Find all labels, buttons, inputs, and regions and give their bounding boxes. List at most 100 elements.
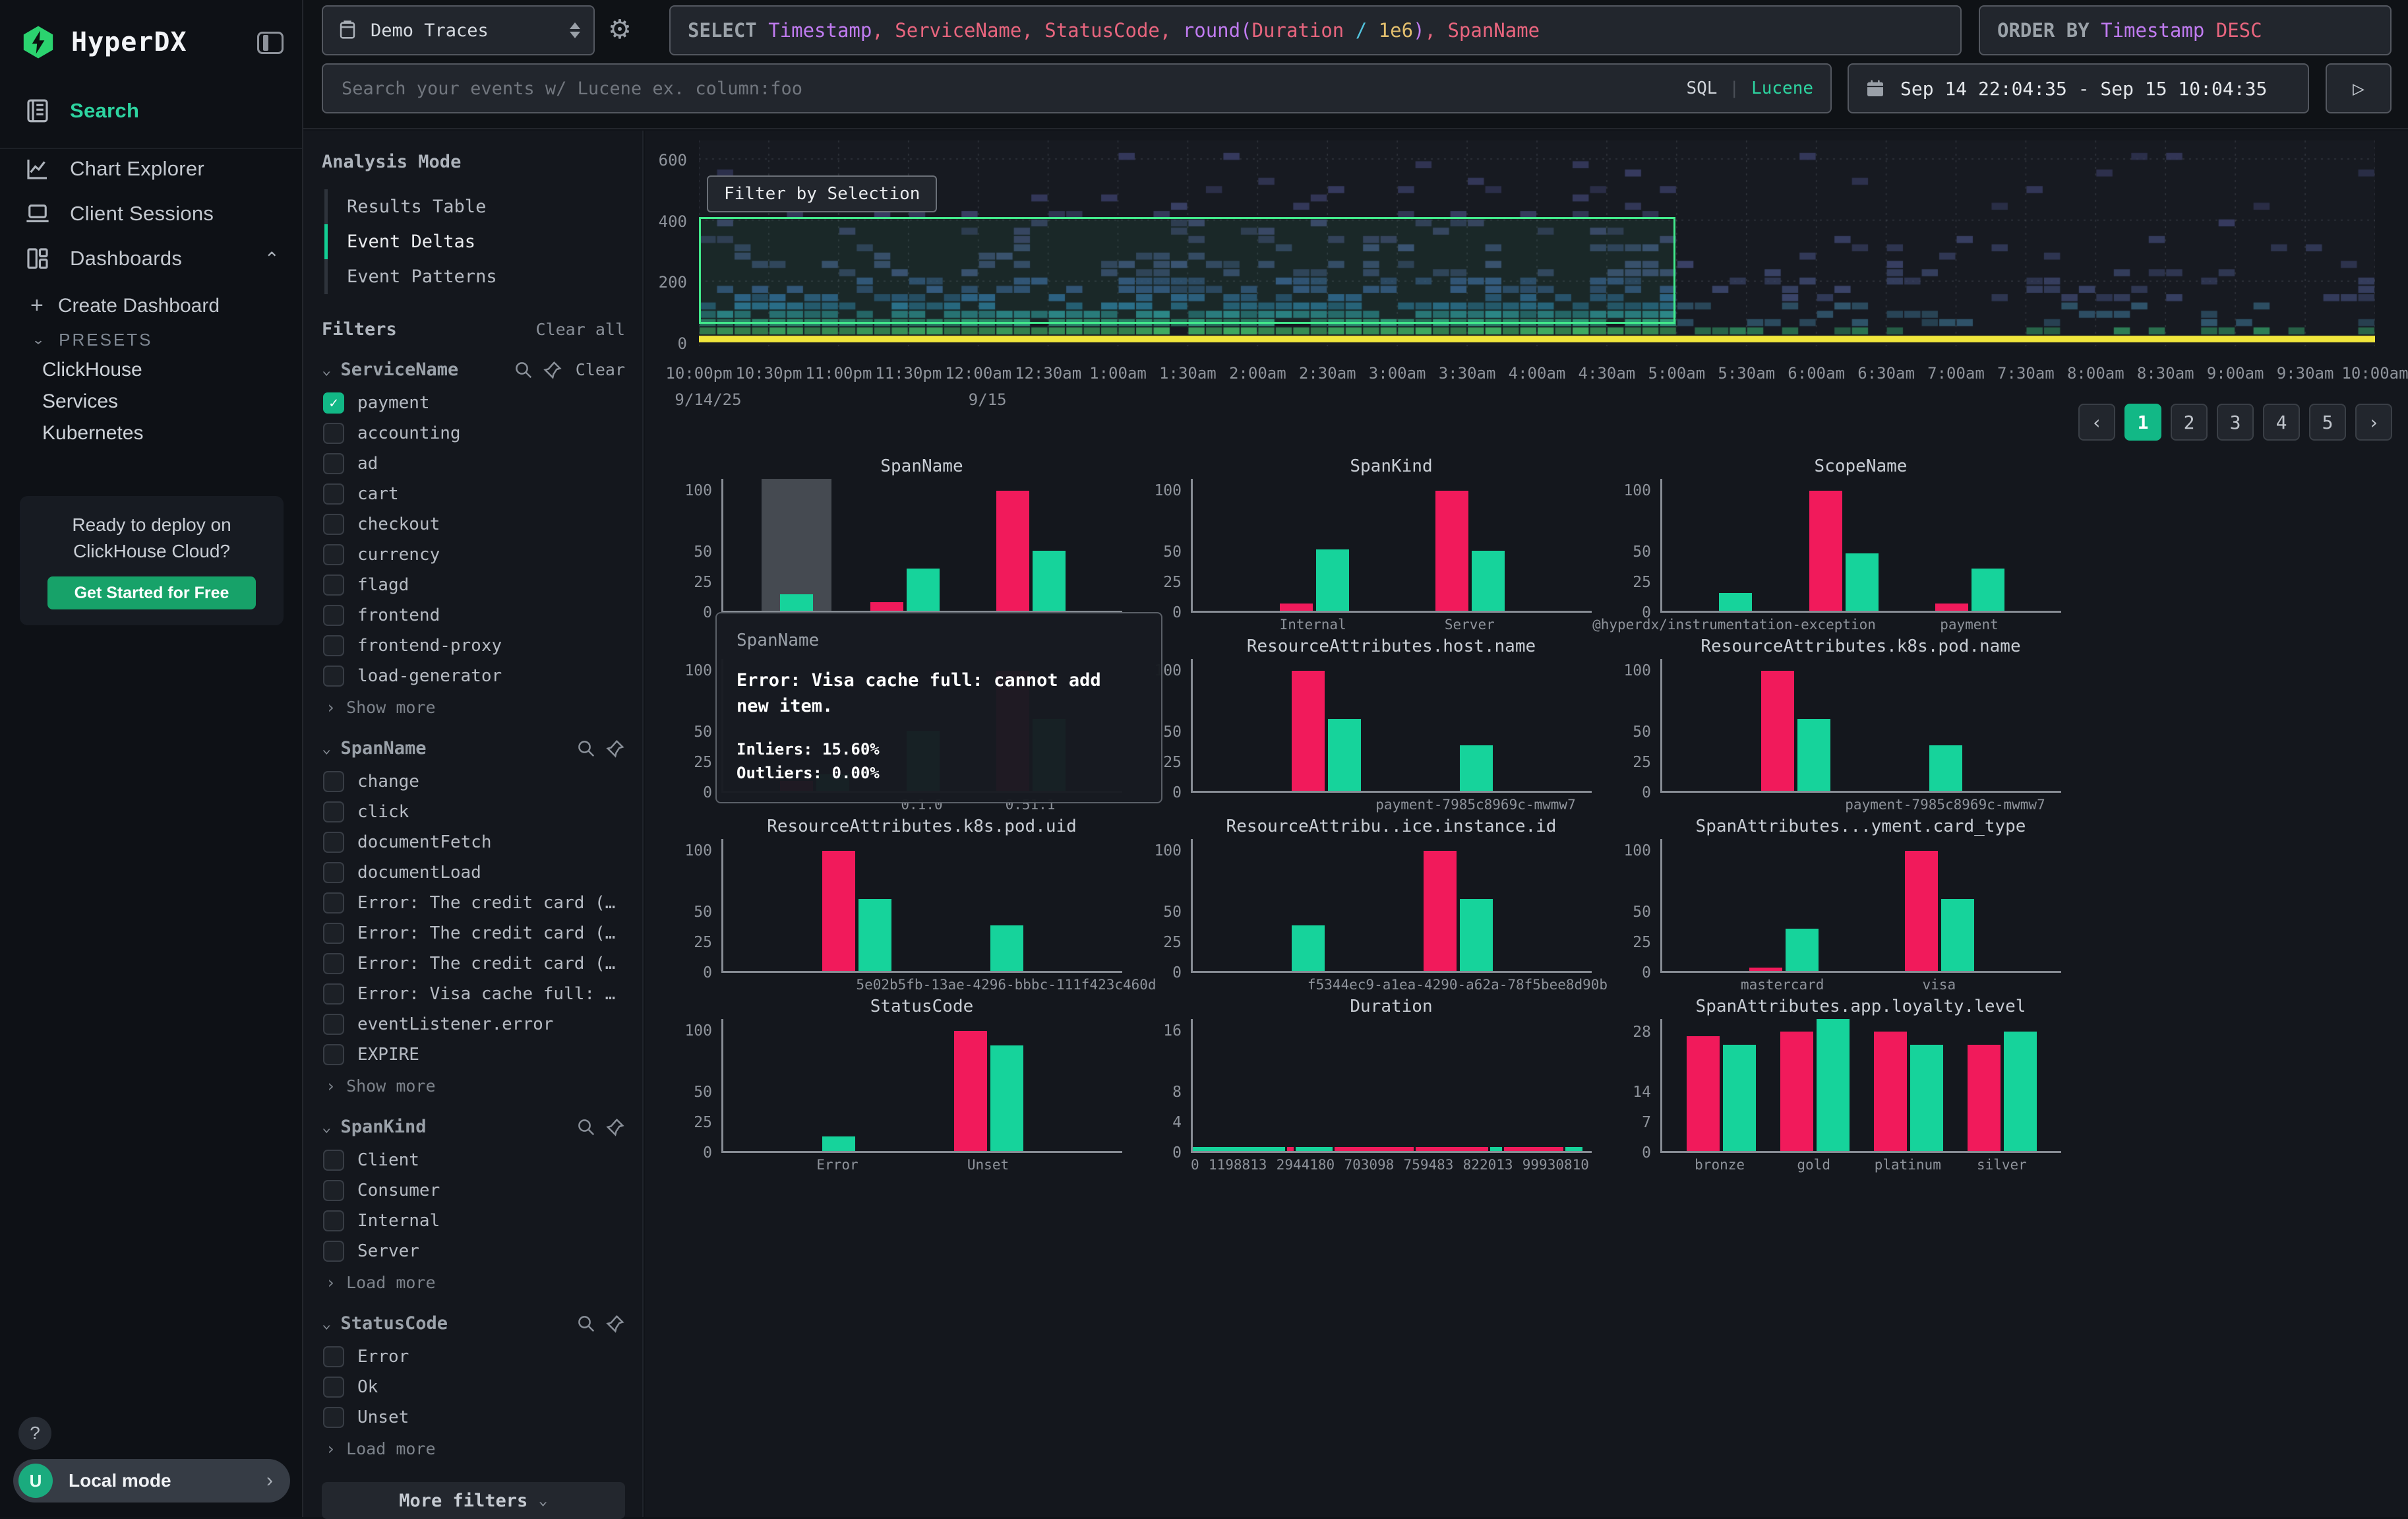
filter-item[interactable]: eventListener.error [322,1009,625,1039]
clear-group-button[interactable]: Clear [576,360,625,379]
sql-toggle[interactable]: SQL [1686,78,1717,98]
chart-plot[interactable] [1191,1019,1592,1153]
preset-clickhouse[interactable]: ClickHouse [42,359,142,381]
filter-item[interactable]: change [322,766,625,797]
filter-checkbox[interactable] [323,605,344,626]
filter-group-header[interactable]: ⌄SpanName [322,738,625,759]
analysis-mode-option[interactable]: Event Deltas [322,224,625,259]
search-icon[interactable] [576,1117,596,1137]
filter-item[interactable]: frontend [322,600,625,631]
filter-item[interactable]: documentLoad [322,857,625,888]
show-more-button[interactable]: ›Load more [322,1433,625,1460]
filter-item[interactable]: Ok [322,1372,625,1402]
filter-item[interactable]: Consumer [322,1175,625,1206]
filter-checkbox[interactable] [323,1180,344,1201]
filter-item[interactable]: Error: The credit card (… [322,948,625,979]
chart-plot[interactable] [1191,479,1592,613]
get-started-button[interactable]: Get Started for Free [47,576,256,609]
filter-item[interactable]: Error: The credit card (… [322,888,625,918]
filter-item[interactable]: frontend-proxy [322,631,625,661]
create-dashboard-button[interactable]: + Create Dashboard [30,293,220,319]
sidebar-collapse-icon[interactable] [257,32,284,54]
chart-plot[interactable] [1660,839,2061,973]
lucene-toggle[interactable]: Lucene [1751,78,1813,98]
filter-checkbox[interactable] [323,1241,344,1262]
chart-plot[interactable] [1191,659,1592,793]
date-range-picker[interactable]: Sep 14 22:04:35 - Sep 15 10:04:35 [1848,63,2309,113]
search-icon[interactable] [576,739,596,759]
more-filters-button[interactable]: More filters ⌄ [322,1482,625,1519]
filter-checkbox[interactable] [323,1346,344,1367]
sql-select-editor[interactable]: SELECT Timestamp, ServiceName, StatusCod… [669,5,1962,55]
run-query-button[interactable]: ▷ [2326,63,2392,113]
filter-checkbox[interactable] [323,483,344,505]
chart-plot[interactable] [1660,479,2061,613]
page-button[interactable]: 3 [2217,404,2254,441]
filter-item[interactable]: load-generator [322,661,625,691]
filter-checkbox[interactable] [323,862,344,883]
filter-group-header[interactable]: ⌄StatusCode [322,1313,625,1334]
filter-checkbox[interactable] [323,514,344,535]
source-select[interactable]: Demo Traces [322,5,595,55]
filter-checkbox[interactable] [323,953,344,974]
pin-icon[interactable] [605,1314,625,1334]
filter-item[interactable]: ad [322,449,625,479]
chevron-up-icon[interactable]: ⌃ [264,248,280,270]
chart-plot[interactable] [1660,1019,2061,1153]
filter-checkbox[interactable] [323,635,344,656]
filter-checkbox[interactable] [323,923,344,944]
presets-toggle[interactable]: ⌄ PRESETS [32,330,152,350]
page-button[interactable]: 2 [2171,404,2208,441]
filter-checkbox[interactable] [323,1014,344,1035]
page-button[interactable]: 5 [2309,404,2346,441]
filter-item[interactable]: flagd [322,570,625,600]
pin-icon[interactable] [605,1117,625,1137]
filter-item[interactable]: Server [322,1236,625,1266]
filter-checkbox[interactable] [323,423,344,444]
chart-plot[interactable] [1191,839,1592,973]
filter-by-selection-button[interactable]: Filter by Selection [707,175,937,212]
filter-checkbox[interactable] [323,544,344,565]
filter-checkbox[interactable] [323,666,344,687]
filter-item[interactable]: cart [322,479,625,509]
filter-checkbox[interactable] [323,1377,344,1398]
help-button[interactable]: ? [18,1417,51,1450]
filter-item[interactable]: Error: Visa cache full: … [322,979,625,1009]
filter-checkbox[interactable] [323,801,344,822]
filter-item[interactable]: currency [322,540,625,570]
page-next-button[interactable]: › [2355,404,2392,441]
filter-item[interactable]: Unset [322,1402,625,1433]
logo[interactable]: HyperDX [20,24,187,61]
local-mode-menu[interactable]: U Local mode › [13,1459,290,1503]
preset-kubernetes[interactable]: Kubernetes [42,422,143,445]
chart-plot[interactable] [1660,659,2061,793]
sql-orderby-editor[interactable]: ORDER BY Timestamp DESC [1979,5,2392,55]
filter-item[interactable]: accounting [322,418,625,449]
filter-checkbox[interactable] [323,1150,344,1171]
filter-checkbox[interactable] [323,983,344,1005]
page-prev-button[interactable]: ‹ [2078,404,2115,441]
filter-item[interactable]: ✓payment [322,388,625,418]
pin-icon[interactable] [605,739,625,759]
chart-plot[interactable] [721,839,1122,973]
chart-plot[interactable] [721,479,1122,613]
filter-item[interactable]: click [322,797,625,827]
sidebar-item-client-sessions[interactable]: Client Sessions [0,195,302,232]
filter-item[interactable]: Error [322,1342,625,1372]
page-button[interactable]: 4 [2263,404,2300,441]
filter-item[interactable]: Error: The credit card (… [322,918,625,948]
filter-checkbox[interactable] [323,771,344,792]
clear-all-button[interactable]: Clear all [536,320,625,339]
sidebar-item-chart-explorer[interactable]: Chart Explorer [0,150,302,187]
show-more-button[interactable]: ›Show more [322,1070,625,1097]
page-button[interactable]: 1 [2124,404,2161,441]
search-icon[interactable] [576,1314,596,1334]
filter-checkbox[interactable]: ✓ [323,392,344,414]
filter-checkbox[interactable] [323,1044,344,1065]
pin-icon[interactable] [543,360,562,380]
filter-checkbox[interactable] [323,1407,344,1428]
show-more-button[interactable]: ›Show more [322,691,625,718]
filter-item[interactable]: Client [322,1145,625,1175]
filter-item[interactable]: Internal [322,1206,625,1236]
sidebar-item-dashboards[interactable]: Dashboards ⌃ [0,240,302,277]
